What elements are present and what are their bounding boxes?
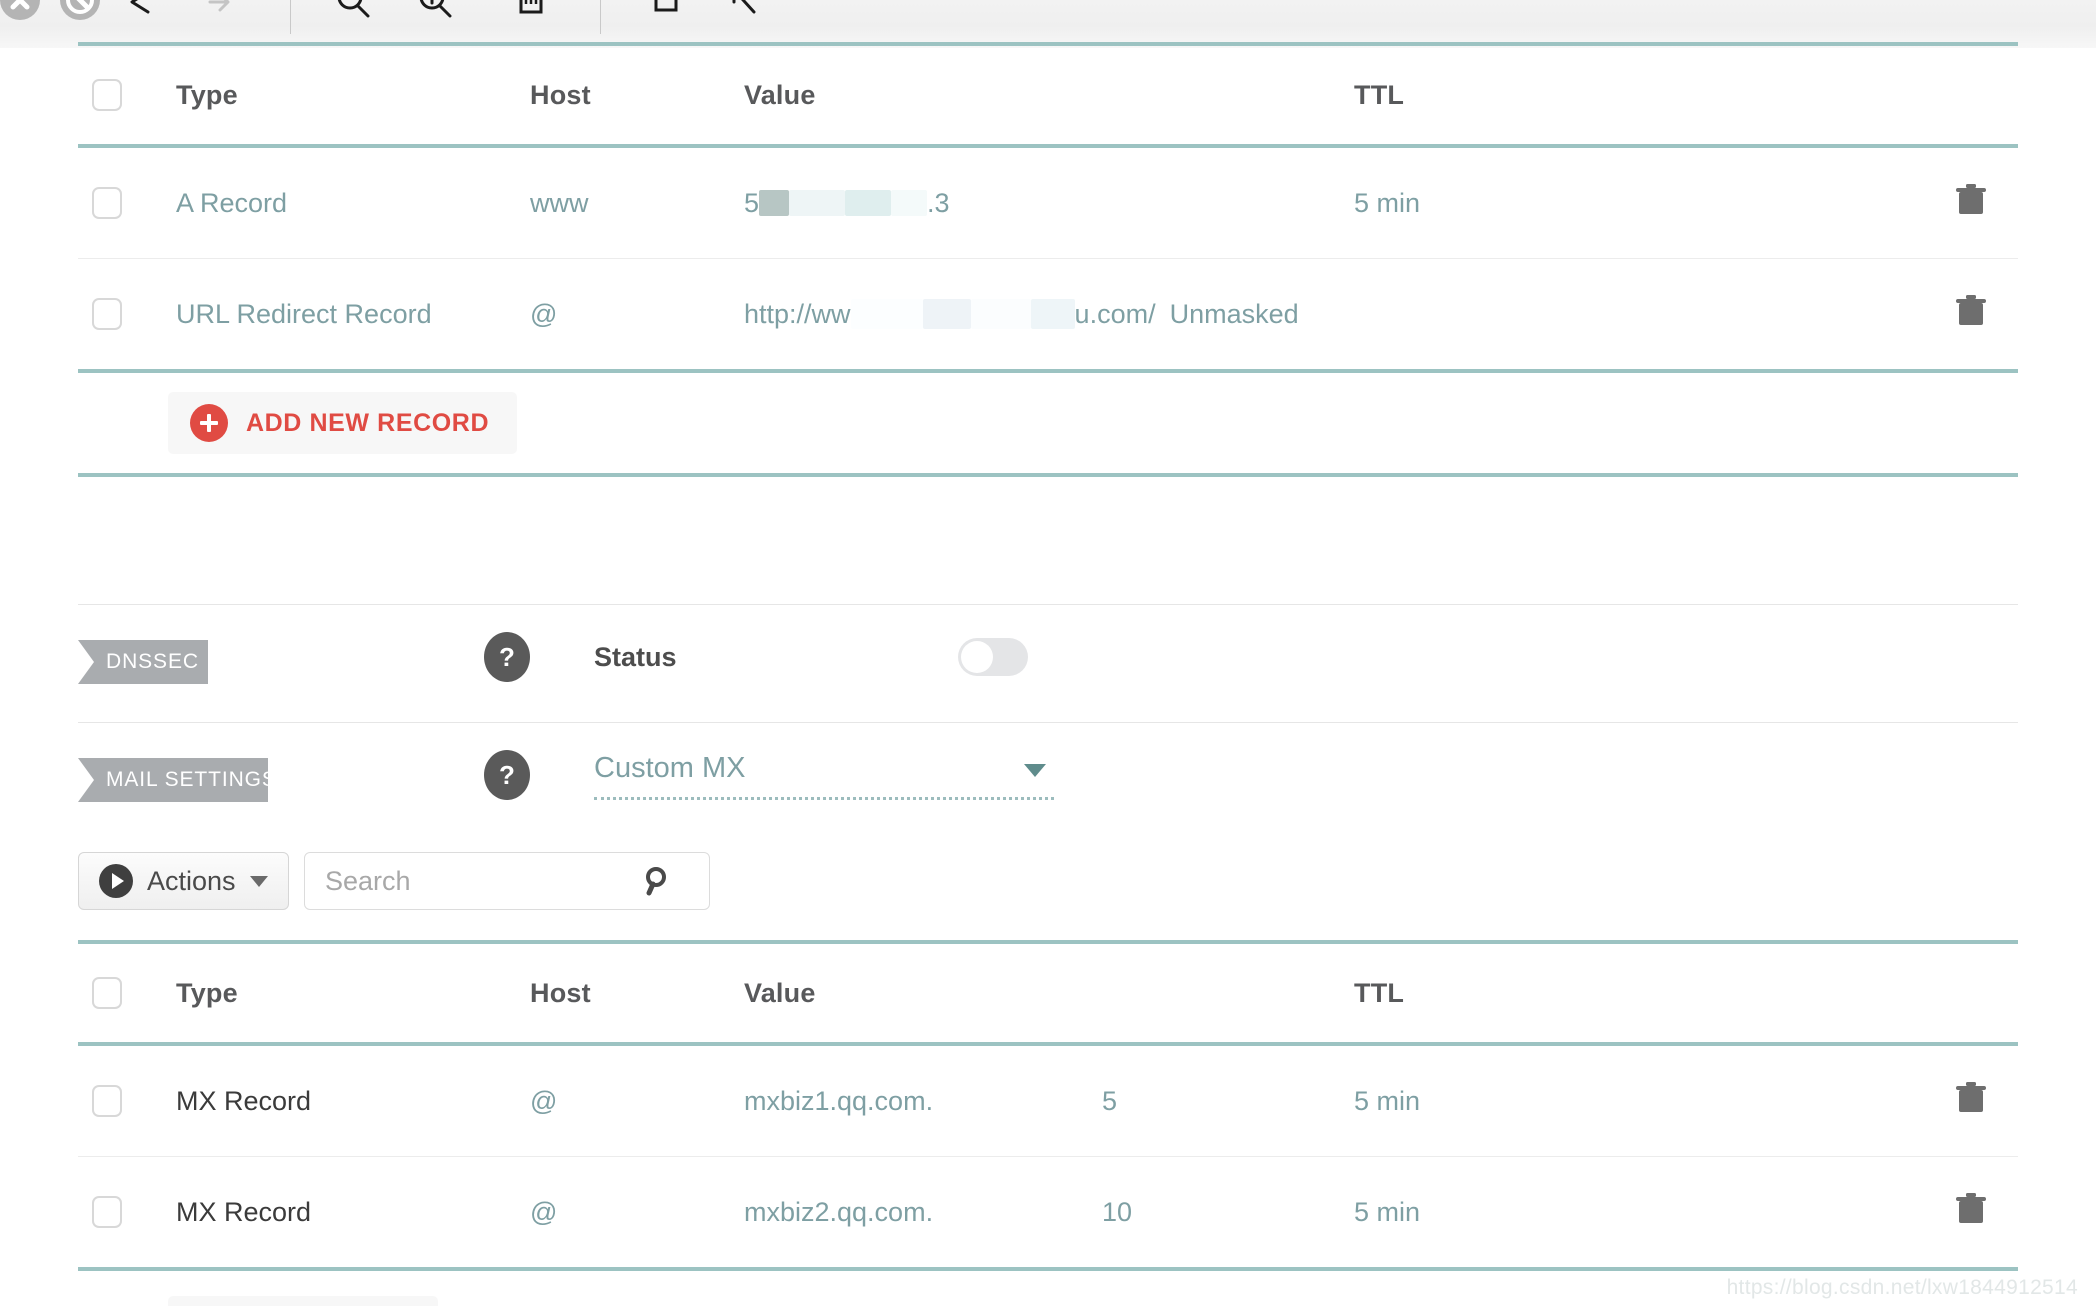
- record-value: 5 .3: [744, 188, 1102, 219]
- record-host: @: [530, 1197, 557, 1227]
- chevron-down-icon: [250, 876, 268, 887]
- redaction-block: [891, 190, 927, 216]
- custom-mx-value: Custom MX: [594, 752, 1054, 797]
- record-value: mxbiz1.qq.com.: [744, 1086, 933, 1116]
- row-checkbox[interactable]: [92, 187, 122, 219]
- record-priority: 10: [1102, 1197, 1132, 1227]
- column-header-ttl: TTL: [1354, 80, 1404, 110]
- trash-icon[interactable]: [1956, 1082, 1986, 1116]
- mail-settings-ribbon-label: MAIL SETTINGS: [106, 768, 277, 792]
- toolbar-separator-2: [600, 0, 601, 34]
- search-icon[interactable]: [641, 864, 675, 898]
- row-checkbox[interactable]: [92, 1085, 122, 1117]
- trash-icon[interactable]: [1956, 1193, 1986, 1227]
- record-type: MX Record: [176, 1086, 311, 1116]
- table-row[interactable]: URL Redirect Record @ http://ww u.com/ U…: [78, 259, 2018, 369]
- actions-button[interactable]: Actions: [78, 852, 289, 910]
- column-header-value: Value: [744, 978, 816, 1008]
- row-checkbox[interactable]: [92, 298, 122, 330]
- watermark: https://blog.csdn.net/lxw1844912514: [1727, 1276, 2078, 1300]
- dnssec-status-toggle[interactable]: [958, 638, 1028, 676]
- redaction-block: [789, 190, 845, 216]
- table-row[interactable]: MX Record @ mxbiz2.qq.com. 10 5 min: [78, 1157, 2018, 1267]
- block-disc-icon[interactable]: [60, 0, 100, 20]
- mx-table-header: Type Host Value TTL: [78, 944, 2018, 1042]
- dnssec-status-label: Status: [594, 642, 677, 673]
- add-new-record-button[interactable]: ADD NEW RECORD: [168, 392, 517, 454]
- records-table-header: Type Host Value TTL: [78, 46, 2018, 144]
- page-root: Type Host Value TTL A Record www 5 .3: [0, 0, 2096, 1306]
- column-header-ttl: TTL: [1354, 978, 1404, 1008]
- record-host: @: [530, 299, 557, 329]
- redaction-block: [845, 190, 891, 216]
- column-header-type: Type: [176, 80, 238, 110]
- question-mark-icon[interactable]: ?: [484, 750, 530, 800]
- column-header-type: Type: [176, 978, 238, 1008]
- record-type: A Record: [176, 188, 287, 218]
- column-header-host: Host: [530, 80, 591, 110]
- row-checkbox[interactable]: [92, 1196, 122, 1228]
- crop-region-icon[interactable]: [644, 0, 688, 22]
- trash-icon[interactable]: [1956, 295, 1986, 329]
- dnssec-section-top-rule: [78, 604, 2018, 605]
- chevron-down-icon: [1024, 764, 1046, 777]
- select-all-records-checkbox[interactable]: [92, 79, 122, 111]
- record-priority: 5: [1102, 1086, 1117, 1116]
- record-mask-mode: Unmasked: [1170, 299, 1299, 330]
- pointer-tool-icon[interactable]: [720, 0, 764, 22]
- play-circle-icon: [99, 864, 133, 898]
- record-type: MX Record: [176, 1197, 311, 1227]
- dropdown-underline: [594, 797, 1054, 800]
- toolbar-separator: [290, 0, 291, 34]
- record-host: www: [530, 188, 589, 218]
- mx-table-bottom-rule: [78, 1267, 2018, 1271]
- record-type: URL Redirect Record: [176, 299, 432, 329]
- fit-page-icon[interactable]: [508, 0, 552, 22]
- column-header-host: Host: [530, 978, 591, 1008]
- search-input[interactable]: [305, 853, 635, 909]
- add-mx-record-button-partial[interactable]: [168, 1296, 438, 1306]
- trash-icon[interactable]: [1956, 184, 1986, 218]
- table-bottom-rule: [78, 473, 2018, 477]
- redaction-block: [851, 299, 923, 329]
- dns-records-table: Type Host Value TTL A Record www 5 .3: [78, 42, 2018, 477]
- table-row[interactable]: MX Record @ mxbiz1.qq.com. 5 5 min: [78, 1046, 2018, 1156]
- record-value: http://ww u.com/ Unmasked: [744, 299, 1304, 330]
- add-new-record-label: ADD NEW RECORD: [246, 409, 489, 438]
- mx-records-table: Type Host Value TTL MX Record @ mxbiz1.q…: [78, 940, 2018, 1271]
- forward-arrow-icon: [196, 0, 240, 22]
- record-ttl: 5 min: [1354, 1197, 1420, 1227]
- dnssec-ribbon: DNSSEC: [78, 640, 208, 684]
- record-ttl: 5 min: [1354, 188, 1420, 218]
- record-host: @: [530, 1086, 557, 1116]
- redaction-block: [971, 299, 1031, 329]
- add-record-row: ADD NEW RECORD: [78, 373, 2018, 473]
- table-row[interactable]: A Record www 5 .3 5 min: [78, 148, 2018, 258]
- redaction-block: [1031, 299, 1075, 329]
- dnssec-section-bottom-rule: [78, 722, 2018, 723]
- record-ttl: 5 min: [1354, 1086, 1420, 1116]
- actions-button-label: Actions: [147, 866, 236, 897]
- dnssec-ribbon-label: DNSSEC: [106, 650, 199, 674]
- zoom-out-icon[interactable]: [330, 0, 374, 22]
- record-value: mxbiz2.qq.com.: [744, 1197, 933, 1227]
- zoom-in-icon[interactable]: [412, 0, 456, 22]
- select-all-mx-checkbox[interactable]: [92, 977, 122, 1009]
- redaction-block: [759, 190, 789, 216]
- search-box[interactable]: [304, 852, 710, 910]
- redaction-block: [923, 299, 971, 329]
- plus-circle-icon: [190, 404, 228, 442]
- toggle-knob: [961, 641, 993, 673]
- close-disc-icon[interactable]: [0, 0, 40, 20]
- viewer-toolbar: [0, 0, 2096, 48]
- back-arrow-icon[interactable]: [118, 0, 162, 22]
- mail-settings-ribbon: MAIL SETTINGS: [78, 758, 268, 802]
- custom-mx-dropdown[interactable]: Custom MX: [594, 752, 1054, 800]
- question-mark-icon[interactable]: ?: [484, 632, 530, 682]
- column-header-value: Value: [744, 80, 816, 110]
